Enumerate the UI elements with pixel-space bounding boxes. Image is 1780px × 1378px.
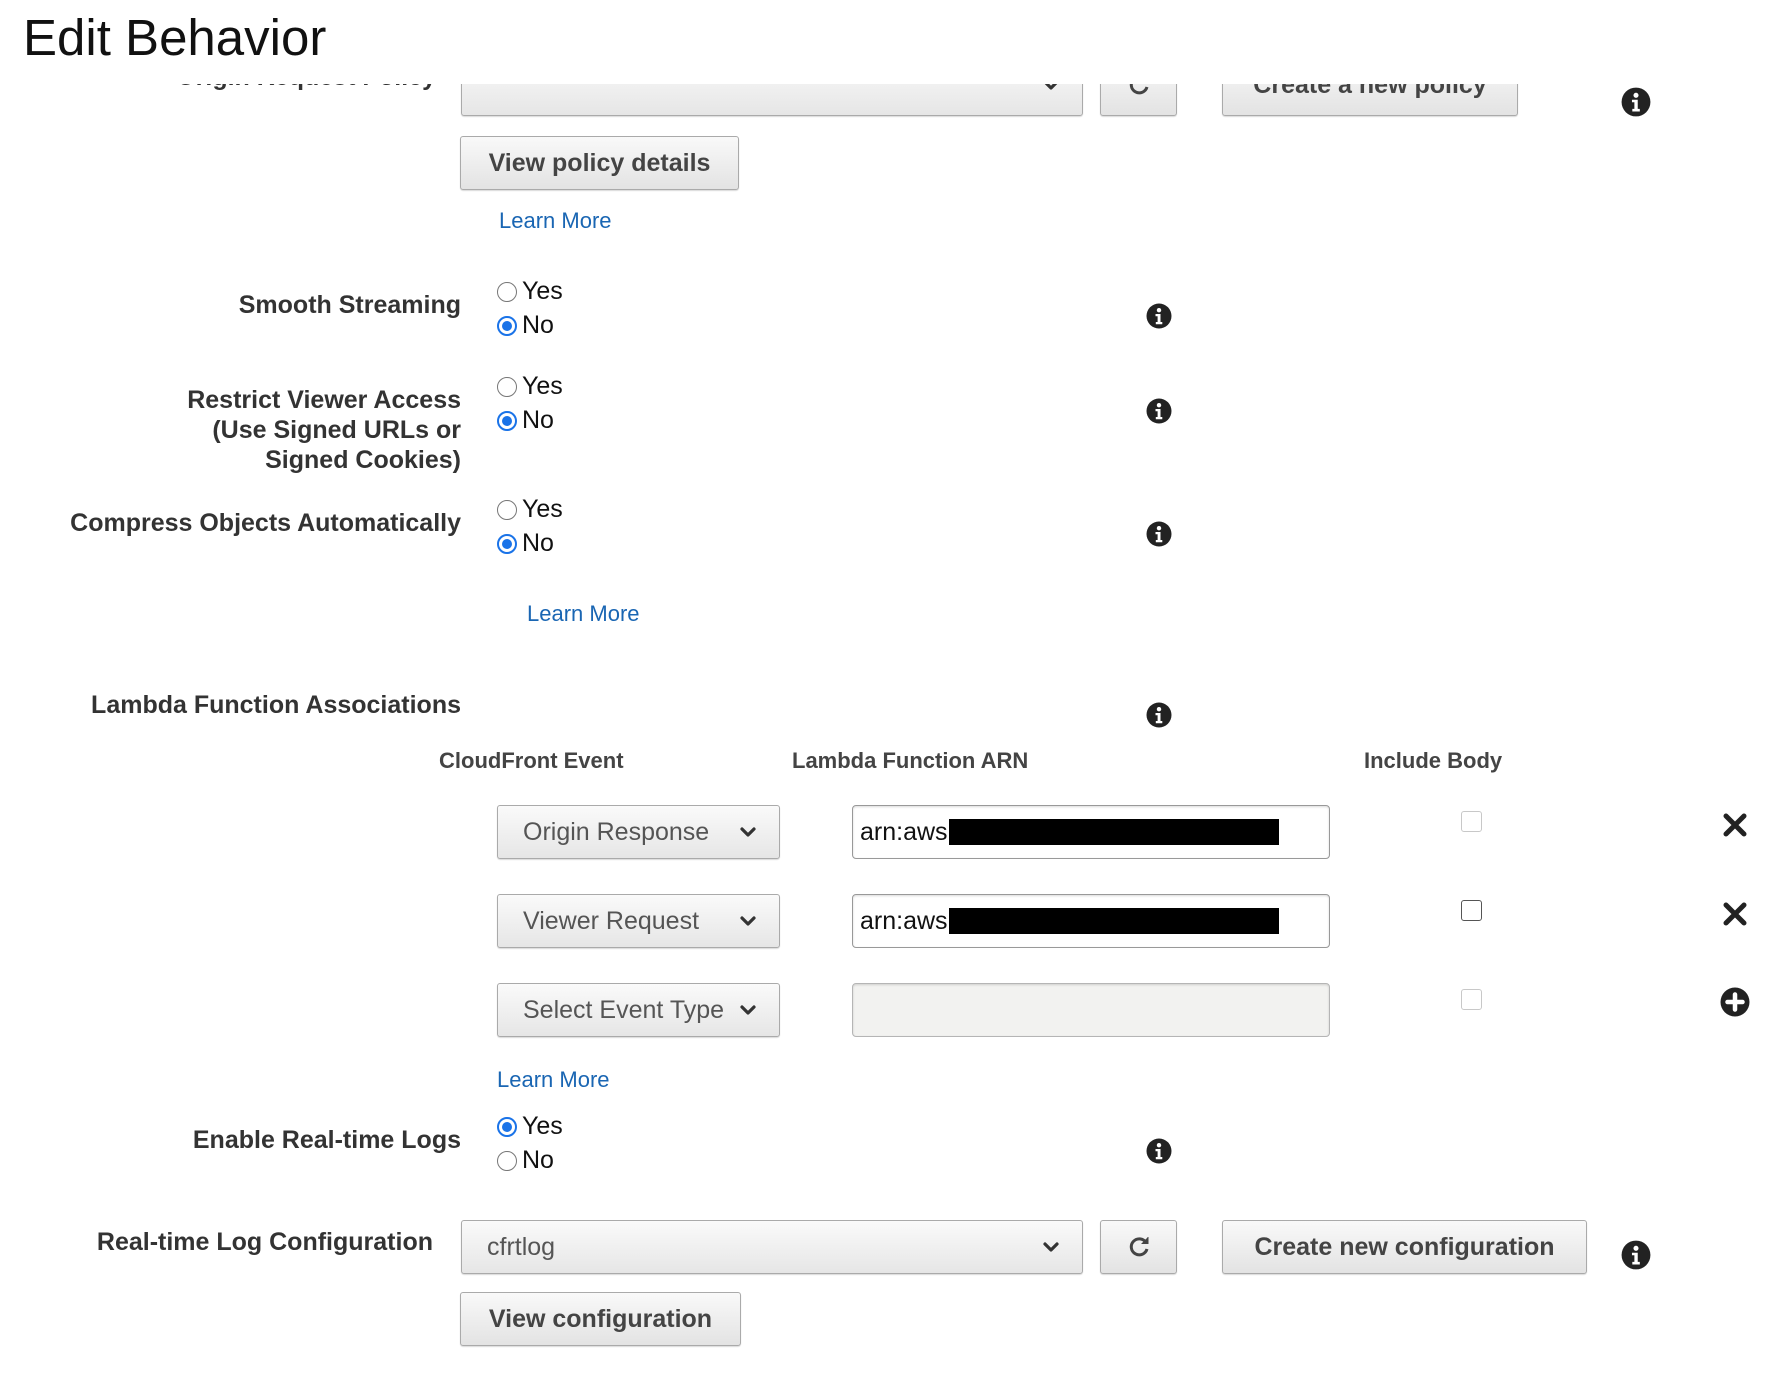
chevron-down-icon [739, 823, 757, 841]
chevron-down-icon [1042, 84, 1060, 94]
radio-button[interactable] [497, 376, 517, 397]
arn-value: arn:aws [860, 817, 948, 846]
cloudfront-event-select[interactable]: Origin Response [497, 805, 780, 859]
info-icon[interactable] [1146, 702, 1172, 728]
compress-objects-no[interactable]: No [497, 529, 554, 558]
label-line: Signed Cookies) [265, 446, 461, 474]
radio-button[interactable] [497, 410, 517, 431]
radio-label: No [522, 529, 554, 557]
refresh-icon [1127, 1235, 1151, 1259]
lambda-arn-input[interactable]: arn:aws [852, 894, 1330, 948]
config-value: cfrtlog [487, 1232, 556, 1261]
radio-label: Yes [522, 277, 563, 305]
label-line: Restrict Viewer Access [187, 386, 461, 414]
close-icon[interactable] [1722, 901, 1748, 927]
realtime-logs-yes[interactable]: Yes [497, 1112, 563, 1141]
learn-more-link[interactable]: Learn More [527, 601, 640, 627]
lambda-arn-input[interactable] [852, 983, 1330, 1037]
radio-label: Yes [522, 495, 563, 523]
lambda-arn-header: Lambda Function ARN [792, 748, 1029, 773]
radio-button[interactable] [497, 499, 517, 520]
restrict-viewer-access-no[interactable]: No [497, 406, 554, 435]
cloudfront-event-select[interactable]: Select Event Type [497, 983, 780, 1037]
redacted-block [948, 819, 1279, 845]
view-configuration-button[interactable]: View configuration [460, 1292, 741, 1346]
radio-label: No [522, 406, 554, 434]
learn-more-link[interactable]: Learn More [499, 208, 612, 234]
refresh-icon [1127, 84, 1151, 97]
radio-button[interactable] [497, 315, 517, 336]
view-policy-details-button[interactable]: View policy details [460, 136, 739, 190]
info-icon[interactable] [1146, 398, 1172, 424]
redacted-block [948, 908, 1279, 934]
enable-realtime-logs-label: Enable Real-time Logs [192, 1126, 461, 1154]
cloudfront-event-header: CloudFront Event [439, 748, 624, 773]
page-title: Edit Behavior [23, 9, 327, 66]
origin-request-policy-label: Origin Request Policy [60, 84, 436, 92]
chevron-down-icon [739, 1001, 757, 1019]
include-body-checkbox[interactable] [1461, 989, 1482, 1010]
include-body-header: Include Body [1364, 748, 1503, 773]
radio-button[interactable] [497, 1116, 517, 1137]
arn-value: arn:aws [860, 906, 948, 935]
chevron-down-icon [739, 912, 757, 930]
smooth-streaming-label: Smooth Streaming [238, 291, 461, 319]
restrict-viewer-access-yes[interactable]: Yes [497, 372, 563, 401]
close-icon[interactable] [1722, 812, 1748, 838]
include-body-checkbox[interactable] [1461, 811, 1482, 832]
realtime-log-config-label: Real-time Log Configuration [96, 1228, 433, 1256]
realtime-logs-no[interactable]: No [497, 1146, 554, 1175]
lambda-arn-input[interactable]: arn:aws [852, 805, 1330, 859]
radio-button[interactable] [497, 533, 517, 554]
restrict-viewer-access-label: Restrict Viewer Access (Use Signed URLs … [60, 385, 461, 475]
refresh-policy-button[interactable] [1100, 84, 1177, 116]
info-icon[interactable] [1146, 303, 1172, 329]
refresh-config-button[interactable] [1100, 1220, 1177, 1274]
create-new-policy-button[interactable]: Create a new policy [1222, 84, 1518, 116]
info-icon[interactable] [1146, 521, 1172, 547]
info-icon[interactable] [1621, 87, 1651, 117]
radio-button[interactable] [497, 1150, 517, 1171]
info-icon[interactable] [1621, 1240, 1651, 1270]
create-new-configuration-button[interactable]: Create new configuration [1222, 1220, 1587, 1274]
radio-label: No [522, 311, 554, 339]
chevron-down-icon [1042, 1238, 1060, 1256]
cloudfront-event-select[interactable]: Viewer Request [497, 894, 780, 948]
radio-label: Yes [522, 1112, 563, 1140]
smooth-streaming-no[interactable]: No [497, 311, 554, 340]
compress-objects-label: Compress Objects Automatically [70, 509, 461, 537]
info-icon[interactable] [1146, 1138, 1172, 1164]
label-line: (Use Signed URLs or [212, 416, 461, 444]
event-value: Viewer Request [523, 906, 700, 935]
event-value: Origin Response [523, 817, 710, 846]
radio-button[interactable] [497, 281, 517, 302]
radio-label: No [522, 1146, 554, 1174]
compress-objects-yes[interactable]: Yes [497, 495, 563, 524]
add-icon[interactable] [1720, 987, 1750, 1017]
origin-request-policy-select[interactable] [461, 84, 1083, 116]
lambda-associations-label: Lambda Function Associations [91, 691, 461, 719]
include-body-checkbox[interactable] [1461, 900, 1482, 921]
realtime-log-config-select[interactable]: cfrtlog [461, 1220, 1083, 1274]
radio-label: Yes [522, 372, 563, 400]
smooth-streaming-yes[interactable]: Yes [497, 277, 563, 306]
event-value: Select Event Type [523, 995, 725, 1024]
learn-more-link[interactable]: Learn More [497, 1067, 610, 1093]
form-scroll-area[interactable]: Origin Request Policy Create a new polic… [0, 84, 1780, 1378]
